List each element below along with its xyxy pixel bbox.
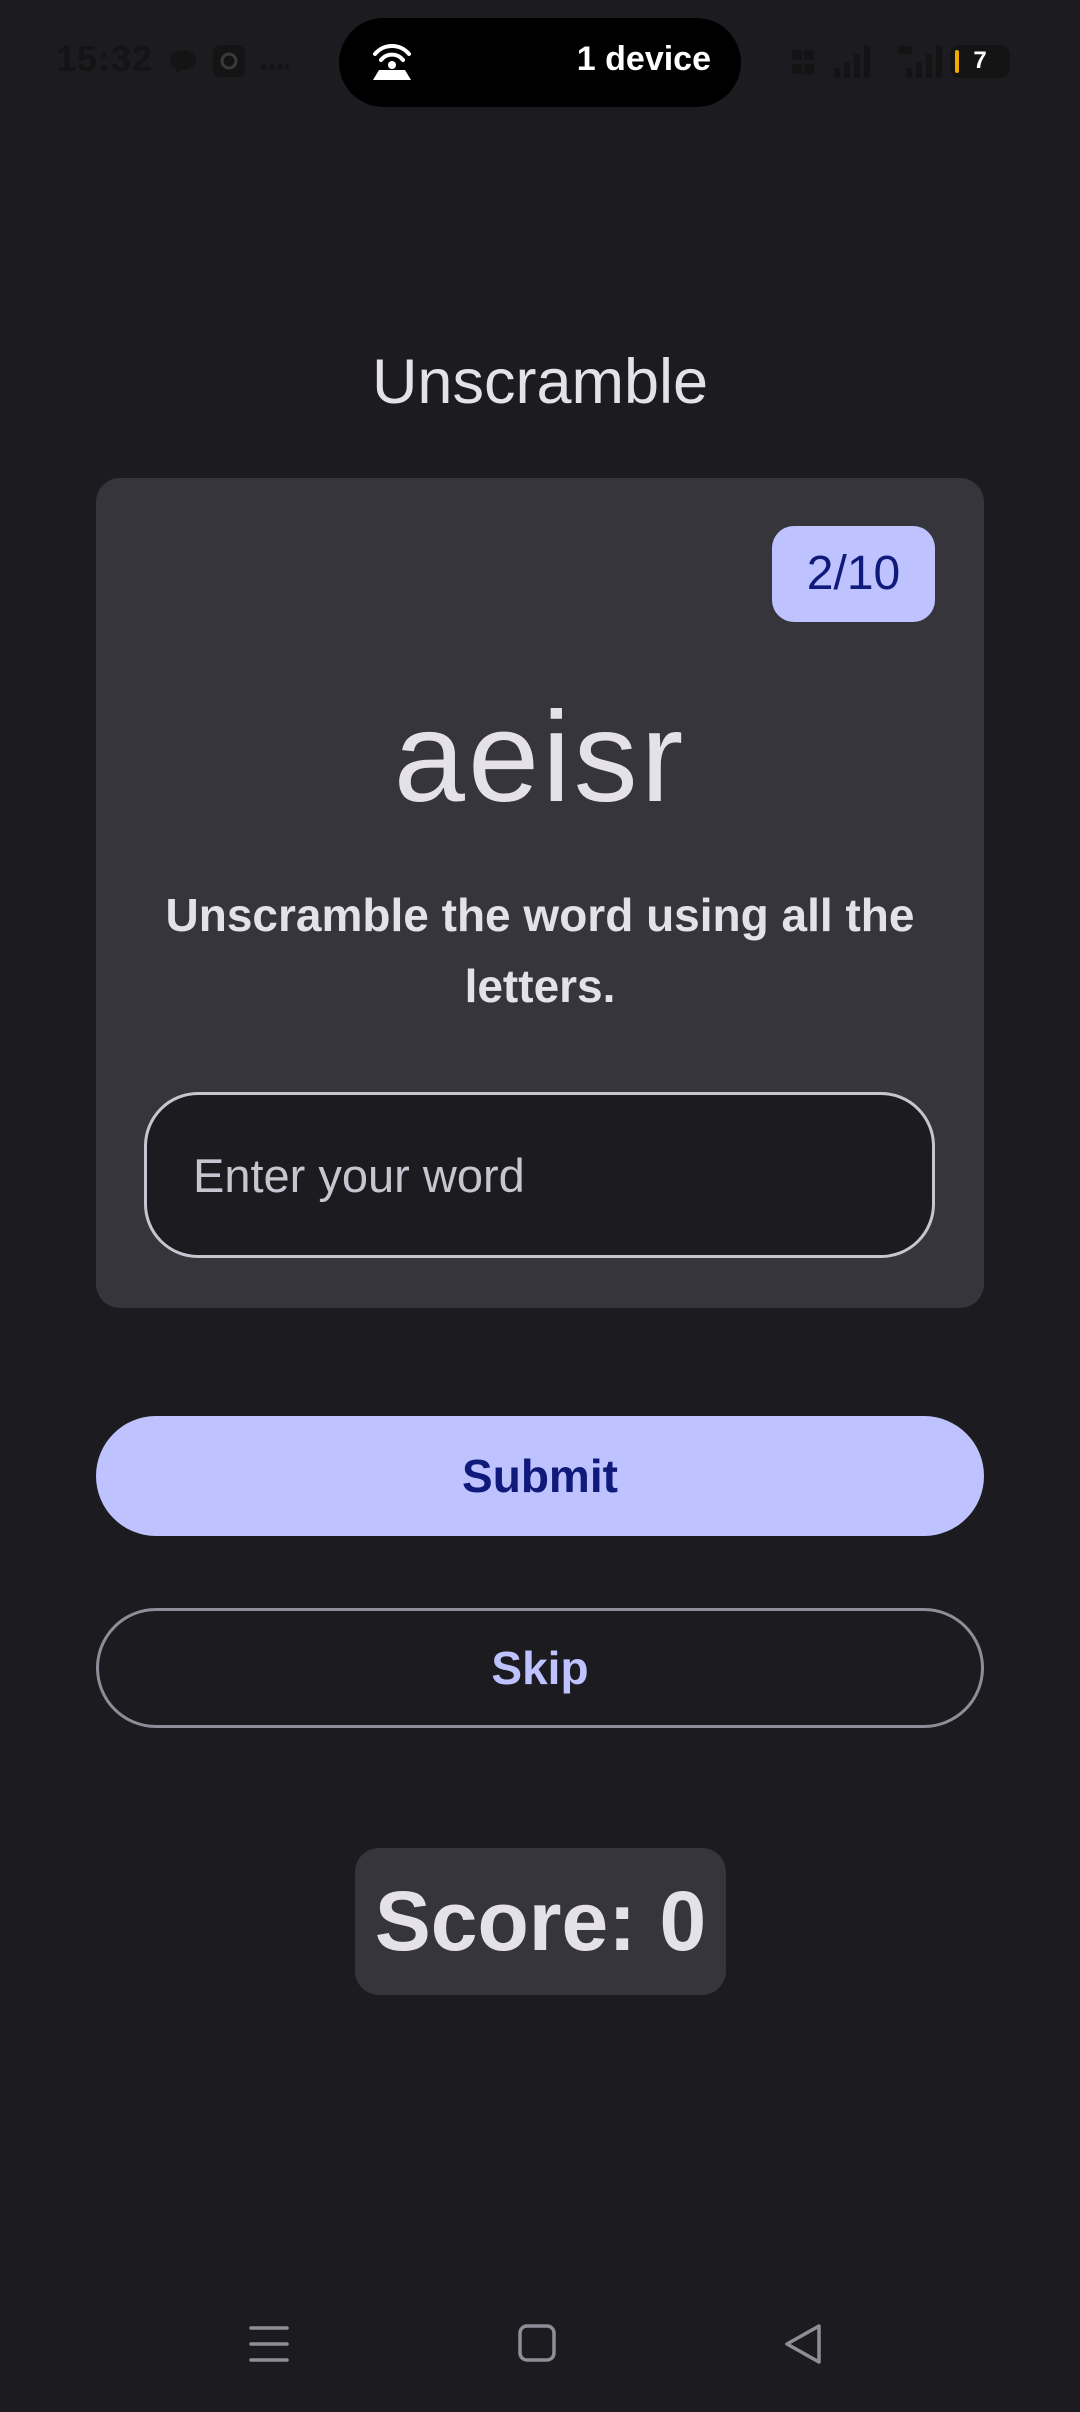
back-icon[interactable] [763,2304,843,2384]
more-dots-icon [260,58,290,76]
home-icon[interactable] [497,2304,577,2384]
score-display: Score: 0 [355,1848,726,1995]
system-nav-bar [0,2280,1080,2412]
word-input[interactable] [144,1092,935,1258]
chat-bubble-icon [168,48,198,81]
scrambled-word: aeisr [393,686,687,829]
instructions-text: Unscramble the word using all the letter… [165,889,915,1012]
skip-button[interactable]: Skip [96,1608,984,1728]
battery-level: 7 [973,47,987,74]
submit-button[interactable]: Submit [96,1416,984,1536]
status-bar: 15:32 1 device 7 [0,0,1080,124]
hotspot-icon [369,40,415,89]
dynamic-island[interactable]: 1 device [339,18,741,107]
app-notification-icon [212,44,246,83]
page-title: Unscramble [371,347,709,417]
battery-icon: 7 [950,45,1010,78]
menu-icon[interactable] [229,2304,309,2384]
status-time: 15:32 [56,38,154,79]
volte-icon [790,48,820,83]
progress-badge: 2/10 [772,526,935,622]
word-card: 2/10 aeisr Unscramble the word using all… [96,478,984,1308]
signal-icon [832,44,874,83]
5g-signal-icon [896,44,946,83]
island-device-count: 1 device [576,40,711,78]
